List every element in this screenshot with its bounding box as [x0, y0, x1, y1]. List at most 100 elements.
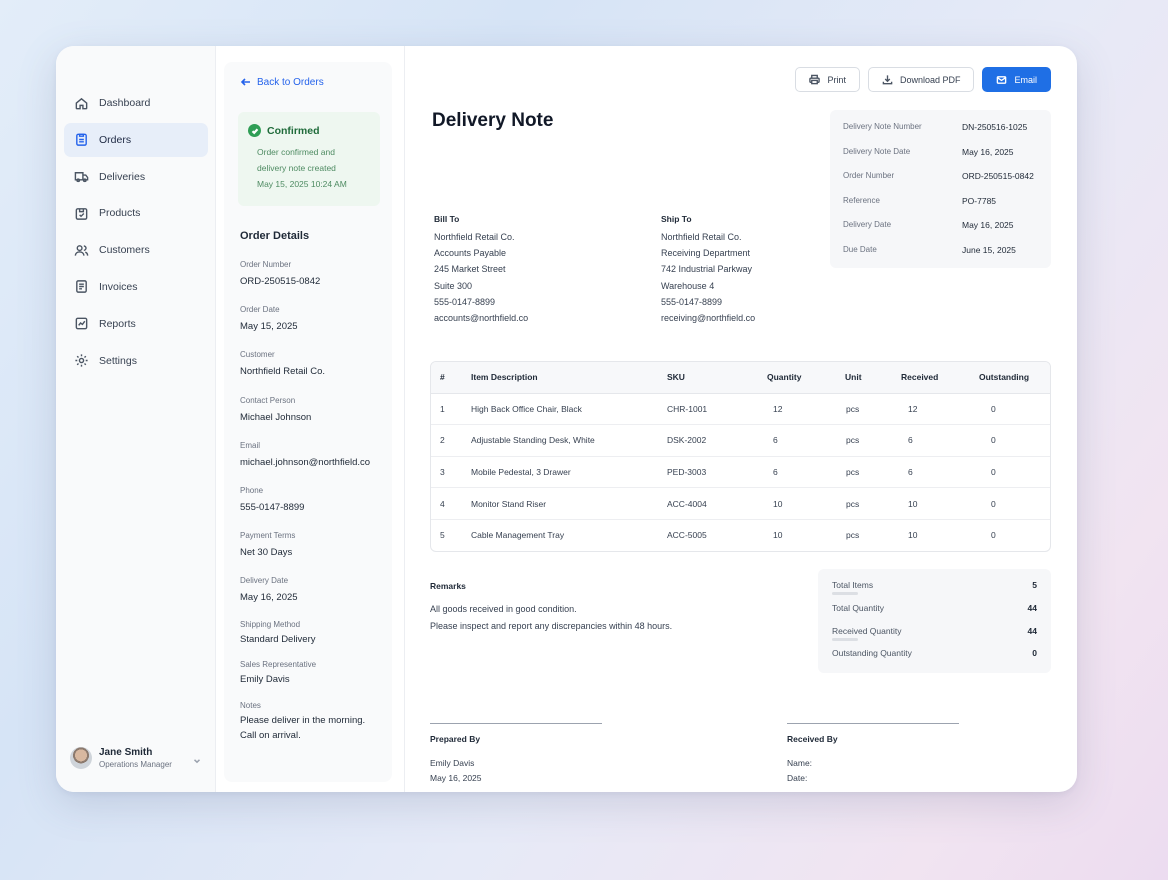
print-button-label: Print [827, 74, 846, 85]
order-details-card: Back to Orders Confirmed Order confirmed… [224, 62, 392, 782]
table-cell: Adjustable Standing Desk, White [463, 424, 659, 457]
meta-value: PO-7785 [962, 195, 997, 206]
field-label: Delivery Date [240, 576, 289, 586]
field-label: Email [240, 440, 261, 450]
sidebar-item-label: Deliveries [99, 170, 146, 183]
mail-icon [997, 76, 1007, 84]
address-line: Accounts Payable [434, 248, 507, 259]
field-value: May 16, 2025 [240, 592, 298, 604]
sidebar-item-settings[interactable]: Settings [64, 344, 208, 378]
table-cell: 2 [431, 424, 463, 457]
table-cell: DSK-2002 [659, 424, 759, 457]
address-line: Receiving Department [661, 248, 751, 259]
table-row: 1 High Back Office Chair, Black CHR-1001… [431, 393, 1050, 426]
sidebar-item-invoices[interactable]: Invoices [64, 270, 208, 304]
column-header: Received [893, 362, 971, 394]
gear-icon [75, 354, 88, 367]
field-value: michael.johnson@northfield.co [240, 456, 371, 468]
meta-value: DN-250516-1025 [962, 122, 1028, 132]
table-cell: High Back Office Chair, Black [463, 393, 659, 426]
delivery-note-main: Print Download PDF Email Delivery Note D… [405, 46, 1077, 792]
meta-value: May 16, 2025 [962, 146, 1014, 157]
document-toolbar: Print Download PDF Email [795, 67, 1051, 92]
order-details-fields: Order Number ORD-250515-0842 Order Date … [240, 260, 390, 744]
field-label: Notes [240, 700, 261, 710]
truck-icon [74, 172, 89, 183]
app-window: Dashboard Orders Deliveries Products Cus… [56, 46, 1077, 792]
ship-to-address: Ship To Northfield Retail Co. Receiving … [661, 214, 861, 326]
table-row: 3 Mobile Pedestal, 3 Drawer PED-3003 6 p… [431, 456, 1050, 489]
field-phone: Phone 555-0147-8899 [240, 486, 390, 531]
table-cell: 1 [431, 393, 463, 426]
field-value: Northfield Retail Co. [240, 366, 326, 378]
user-menu[interactable]: Jane Smith Operations Manager [70, 744, 202, 772]
sidebar-item-deliveries[interactable]: Deliveries [64, 160, 208, 194]
sidebar-item-orders[interactable]: Orders [64, 122, 208, 157]
table-row: 4 Monitor Stand Riser ACC-4004 10 pcs 10… [431, 487, 1050, 520]
ship-to-title: Ship To [661, 214, 692, 224]
received-by-name-label: Name: [787, 758, 813, 768]
sidebar-item-reports[interactable]: Reports [64, 307, 208, 341]
divider [832, 637, 858, 641]
field-contact-person: Contact Person Michael Johnson [240, 396, 390, 441]
sidebar-item-label: Reports [99, 317, 136, 330]
box-icon [75, 208, 88, 220]
field-value: Net 30 Days [240, 547, 293, 559]
column-header: # [431, 362, 463, 394]
address-line: 742 Industrial Parkway [661, 264, 753, 275]
table-cell: 10 [773, 530, 783, 541]
sidebar-item-dashboard[interactable]: Dashboard [64, 86, 208, 120]
field-value: 555-0147-8899 [240, 501, 305, 513]
table-cell: 0 [991, 530, 996, 541]
sidebar-item-customers[interactable]: Customers [64, 233, 208, 267]
table-cell: pcs [837, 456, 893, 489]
status-description-line: Order confirmed and [257, 147, 335, 157]
total-value: 44 [1027, 602, 1037, 613]
email-button[interactable]: Email [982, 67, 1051, 92]
field-sales-representative: Sales Representative Emily Davis [240, 660, 390, 701]
status-description-line: delivery note created [257, 162, 336, 173]
totals-summary: Total Items 5 Total Quantity 44 Received… [818, 569, 1051, 673]
bill-to-title: Bill To [434, 214, 460, 224]
table-header-row: # Item Description SKU Quantity Unit Rec… [431, 362, 1050, 394]
field-label: Contact Person [240, 395, 296, 405]
field-label: Shipping Method [240, 619, 301, 629]
sidebar-item-label: Products [99, 207, 141, 220]
print-button[interactable]: Print [795, 67, 860, 92]
address-line: 555-0147-8899 [434, 296, 496, 307]
back-link-label: Back to Orders [257, 76, 324, 88]
prepared-by-title: Prepared By [430, 734, 481, 744]
column-header: Unit [837, 362, 893, 394]
chevron-down-icon[interactable] [192, 753, 202, 764]
table-cell: pcs [837, 424, 893, 457]
address-line: accounts@northfield.co [434, 313, 529, 324]
back-to-orders-link[interactable]: Back to Orders [240, 76, 324, 88]
meta-label: Reference [843, 195, 880, 205]
meta-row: Order Number ORD-250515-0842 [843, 171, 1038, 196]
sidebar-item-products[interactable]: Products [64, 196, 208, 230]
sidebar-nav: Dashboard Orders Deliveries Products Cus… [64, 86, 208, 380]
remarks-line: Please inspect and report any discrepanc… [430, 620, 673, 631]
bill-to-address: Bill To Northfield Retail Co. Accounts P… [434, 214, 634, 326]
table-cell: 0 [971, 424, 1050, 457]
items-table: # Item Description SKU Quantity Unit Rec… [430, 361, 1051, 552]
sidebar: Dashboard Orders Deliveries Products Cus… [56, 46, 216, 792]
field-value: Michael Johnson [240, 411, 312, 423]
meta-row: Delivery Note Number DN-250516-1025 [843, 122, 1038, 147]
remarks-title: Remarks [430, 581, 466, 591]
meta-value: ORD-250515-0842 [962, 171, 1034, 181]
document-title: Delivery Note [432, 110, 554, 131]
total-row: Outstanding Quantity 0 [832, 648, 1037, 671]
signature-line [430, 723, 602, 724]
download-pdf-button[interactable]: Download PDF [867, 67, 975, 92]
field-value: Emily Davis [240, 673, 290, 685]
prepared-by-signature: Prepared By Emily Davis May 16, 2025 [430, 723, 602, 782]
download-button-label: Download PDF [899, 74, 961, 85]
meta-row: Reference PO-7785 [843, 196, 1038, 221]
table-cell: Mobile Pedestal, 3 Drawer [463, 456, 659, 489]
table-cell: pcs [837, 393, 893, 426]
field-order-date: Order Date May 15, 2025 [240, 305, 390, 350]
printer-icon [809, 74, 821, 85]
users-icon [74, 244, 89, 256]
field-label: Sales Representative [240, 659, 317, 669]
